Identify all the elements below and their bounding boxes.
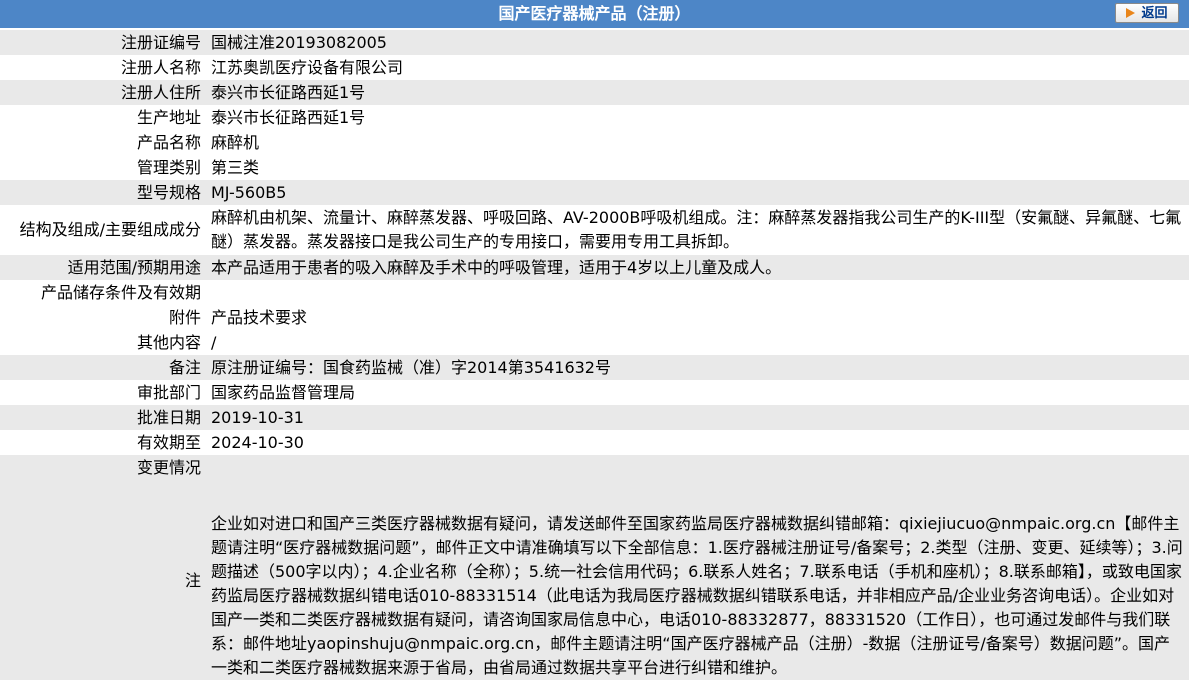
field-value: 国械注准20193082005 <box>207 30 1189 55</box>
back-button-label: 返回 <box>1141 6 1168 21</box>
field-value: 麻醉机由机架、流量计、麻醉蒸发器、呼吸回路、AV-2000B呼吸机组成。注：麻醉… <box>207 205 1189 255</box>
field-value <box>207 280 1189 305</box>
field-label: 注册人住所 <box>0 80 207 105</box>
field-label: 批准日期 <box>0 405 207 430</box>
table-row: 型号规格 MJ-560B5 <box>0 180 1189 205</box>
table-row: 注册人住所 泰兴市长征路西延1号 <box>0 80 1189 105</box>
field-value <box>207 455 1189 480</box>
arrow-right-icon <box>1126 8 1136 18</box>
field-value: 2024-10-30 <box>207 430 1189 455</box>
field-value: MJ-560B5 <box>207 180 1189 205</box>
field-label: 审批部门 <box>0 380 207 405</box>
field-label: 备注 <box>0 355 207 380</box>
note-label: 注 <box>0 480 207 680</box>
page-header: 国产医疗器械产品（注册） 返回 <box>0 0 1189 30</box>
field-label: 产品储存条件及有效期 <box>0 280 207 305</box>
table-row: 管理类别 第三类 <box>0 155 1189 180</box>
field-label: 有效期至 <box>0 430 207 455</box>
field-label: 变更情况 <box>0 455 207 480</box>
table-row: 产品名称 麻醉机 <box>0 130 1189 155</box>
field-value: 原注册证编号：国食药监械（准）字2014第3541632号 <box>207 355 1189 380</box>
field-label: 适用范围/预期用途 <box>0 255 207 280</box>
table-row: 有效期至 2024-10-30 <box>0 430 1189 455</box>
table-row: 注册证编号 国械注准20193082005 <box>0 30 1189 55</box>
field-label: 生产地址 <box>0 105 207 130</box>
table-row: 适用范围/预期用途 本产品适用于患者的吸入麻醉及手术中的呼吸管理，适用于4岁以上… <box>0 255 1189 280</box>
field-label: 其他内容 <box>0 330 207 355</box>
table-row: 变更情况 <box>0 455 1189 480</box>
field-value: 国家药品监督管理局 <box>207 380 1189 405</box>
table-row: 结构及组成/主要组成成分 麻醉机由机架、流量计、麻醉蒸发器、呼吸回路、AV-20… <box>0 205 1189 255</box>
table-row: 备注 原注册证编号：国食药监械（准）字2014第3541632号 <box>0 355 1189 380</box>
field-value: 第三类 <box>207 155 1189 180</box>
field-value: / <box>207 330 1189 355</box>
table-row: 生产地址 泰兴市长征路西延1号 <box>0 105 1189 130</box>
note-text: 企业如对进口和国产三类医疗器械数据有疑问，请发送邮件至国家药监局医疗器械数据纠错… <box>207 480 1189 680</box>
field-label: 管理类别 <box>0 155 207 180</box>
field-label: 型号规格 <box>0 180 207 205</box>
field-value: 2019-10-31 <box>207 405 1189 430</box>
field-value: 产品技术要求 <box>207 305 1189 330</box>
field-value: 江苏奥凯医疗设备有限公司 <box>207 55 1189 80</box>
back-button[interactable]: 返回 <box>1115 3 1179 23</box>
field-value: 泰兴市长征路西延1号 <box>207 105 1189 130</box>
field-label: 注册人名称 <box>0 55 207 80</box>
field-label: 附件 <box>0 305 207 330</box>
note-row: 注 企业如对进口和国产三类医疗器械数据有疑问，请发送邮件至国家药监局医疗器械数据… <box>0 480 1189 680</box>
detail-table: 注册证编号 国械注准20193082005 注册人名称 江苏奥凯医疗设备有限公司… <box>0 30 1189 680</box>
detail-page: 国产医疗器械产品（注册） 返回 注册证编号 国械注准20193082005 注册… <box>0 0 1189 680</box>
table-row: 审批部门 国家药品监督管理局 <box>0 380 1189 405</box>
table-row: 产品储存条件及有效期 <box>0 280 1189 305</box>
field-label: 产品名称 <box>0 130 207 155</box>
field-label: 结构及组成/主要组成成分 <box>0 205 207 255</box>
field-value: 本产品适用于患者的吸入麻醉及手术中的呼吸管理，适用于4岁以上儿童及成人。 <box>207 255 1189 280</box>
table-row: 注册人名称 江苏奥凯医疗设备有限公司 <box>0 55 1189 80</box>
field-value: 麻醉机 <box>207 130 1189 155</box>
page-title: 国产医疗器械产品（注册） <box>498 4 691 23</box>
table-row: 附件 产品技术要求 <box>0 305 1189 330</box>
table-row: 其他内容 / <box>0 330 1189 355</box>
table-row: 批准日期 2019-10-31 <box>0 405 1189 430</box>
field-label: 注册证编号 <box>0 30 207 55</box>
field-value: 泰兴市长征路西延1号 <box>207 80 1189 105</box>
